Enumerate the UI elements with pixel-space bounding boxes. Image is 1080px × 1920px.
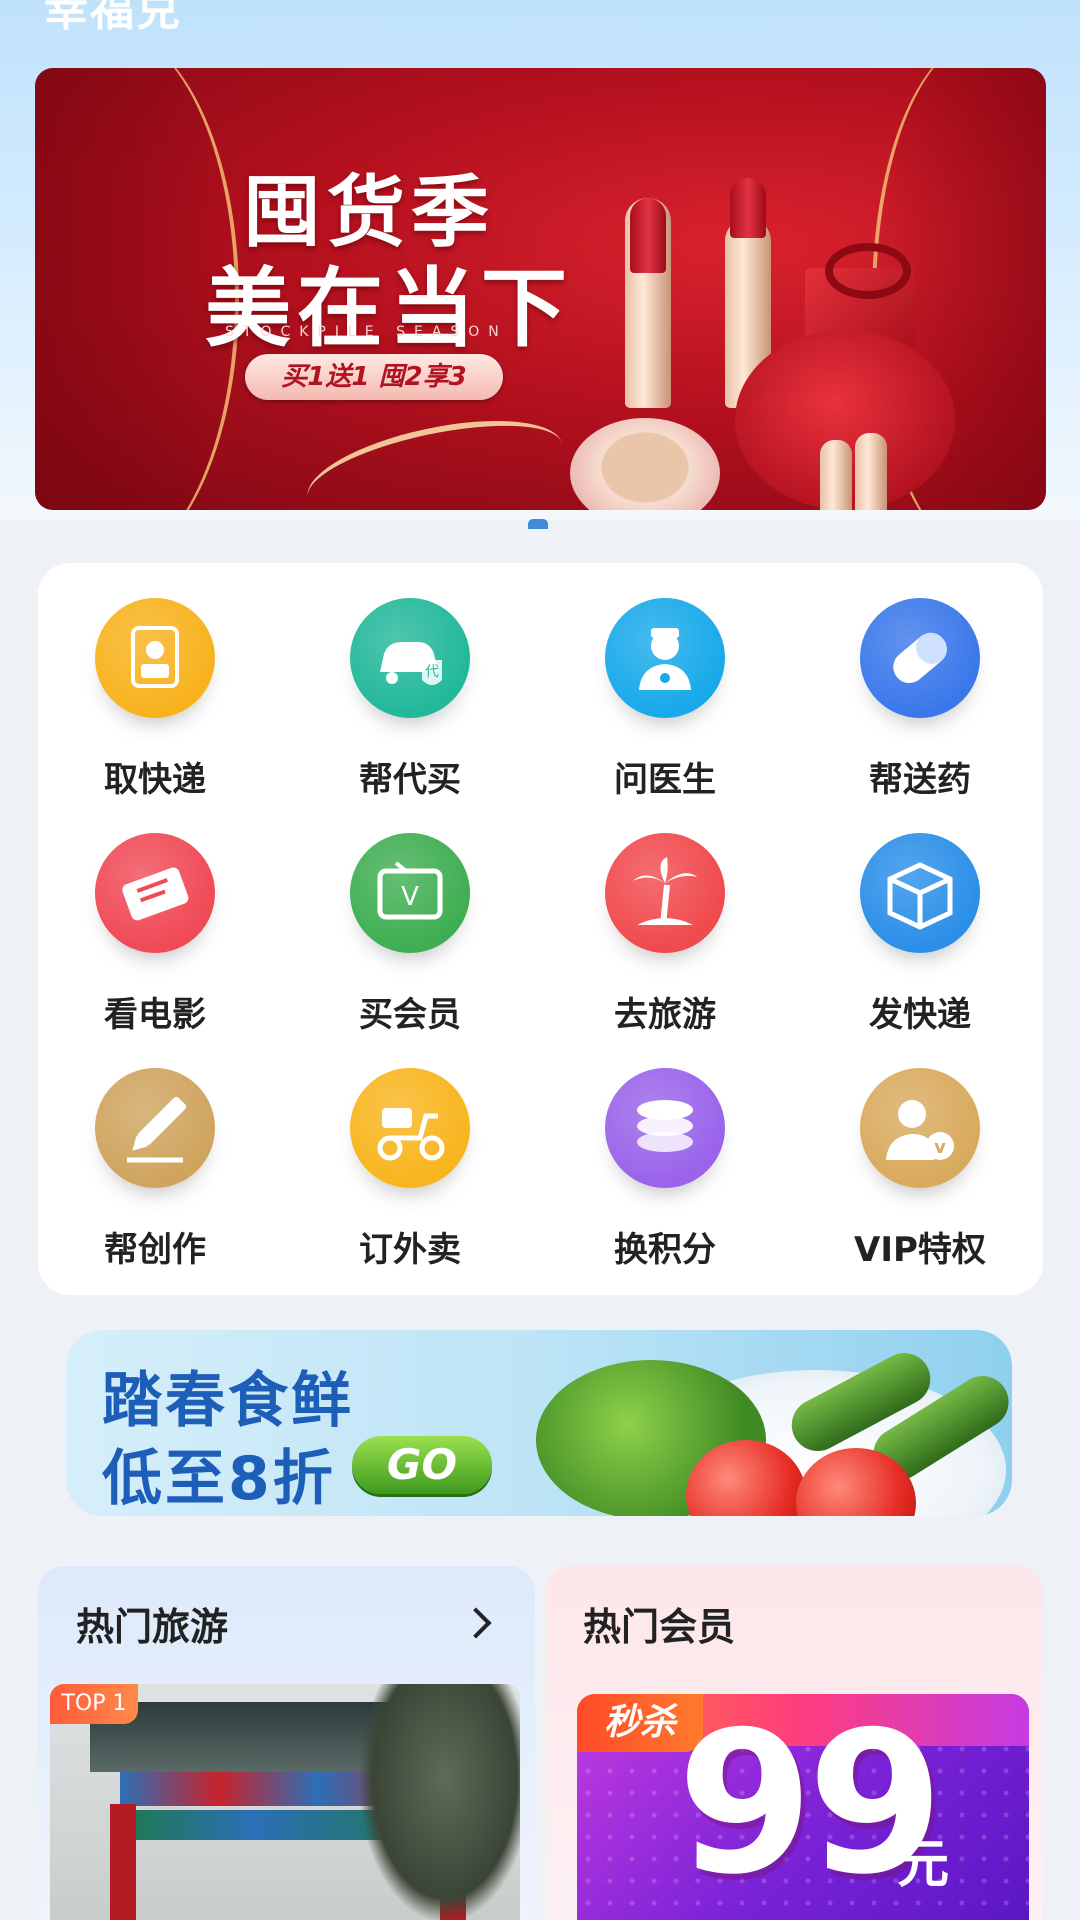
- service-item[interactable]: 看电影: [75, 833, 235, 1036]
- cushion-compact-image: [570, 418, 720, 510]
- service-label: 换积分: [614, 1230, 716, 1270]
- member-deal-image[interactable]: 秒杀 99 元: [577, 1694, 1029, 1920]
- doctor-icon[interactable]: [605, 598, 725, 718]
- package-box-icon[interactable]: [860, 833, 980, 953]
- courier-pickup-icon[interactable]: [95, 598, 215, 718]
- service-item[interactable]: 发快递: [840, 833, 1000, 1036]
- tree-image: [360, 1684, 520, 1920]
- service-item[interactable]: 问医生: [585, 598, 745, 801]
- service-item[interactable]: 代帮代买: [330, 598, 490, 801]
- service-label: VIP特权: [854, 1230, 986, 1270]
- gift-bow-image: [825, 243, 911, 299]
- service-label: 去旅游: [614, 995, 716, 1035]
- service-label: 问医生: [614, 760, 716, 800]
- price-unit: 元: [897, 1835, 950, 1895]
- service-item[interactable]: 帮创作: [75, 1068, 235, 1271]
- proxy-buy-icon[interactable]: 代: [350, 598, 470, 718]
- service-item[interactable]: v VIP特权: [840, 1068, 1000, 1271]
- scooter-icon[interactable]: [350, 1068, 470, 1188]
- lipstick-tip: [730, 178, 766, 238]
- hot-member-title: 热门会员: [583, 1605, 736, 1649]
- fresh-food-promo[interactable]: 踏春食鲜 低至8折 GO: [66, 1330, 1012, 1516]
- palm-tree-icon[interactable]: [605, 833, 725, 953]
- promo-discount: 低至8折: [102, 1444, 336, 1514]
- service-label: 帮创作: [104, 1230, 206, 1270]
- service-label: 发快递: [869, 995, 971, 1035]
- pencil-icon[interactable]: [95, 1068, 215, 1188]
- hot-member-card[interactable]: 热门会员 秒杀 99 元: [545, 1566, 1042, 1920]
- promo-banner[interactable]: 囤货季 美在当下 STOCKPILE SEASON 买1送1 囤2享3: [35, 68, 1046, 510]
- chevron-right-icon[interactable]: [460, 1607, 492, 1639]
- go-button[interactable]: GO: [352, 1436, 492, 1494]
- tv-vip-icon[interactable]: V: [350, 833, 470, 953]
- lipstick-image: [820, 440, 852, 510]
- lipstick-image: [855, 433, 887, 510]
- service-item[interactable]: 帮送药: [840, 598, 1000, 801]
- svg-text:v: v: [934, 1137, 946, 1158]
- app-title: 幸福兑: [44, 0, 182, 36]
- carousel-indicator[interactable]: [528, 519, 548, 529]
- service-item[interactable]: 换积分: [585, 1068, 745, 1271]
- service-item[interactable]: 订外卖: [330, 1068, 490, 1271]
- service-label: 帮送药: [869, 760, 971, 800]
- service-label: 订外卖: [359, 1230, 461, 1270]
- banner-subtitle: STOCKPILE SEASON: [225, 324, 508, 340]
- banner-headline: 美在当下: [205, 259, 573, 359]
- service-item[interactable]: 去旅游: [585, 833, 745, 1036]
- service-label: 看电影: [104, 995, 206, 1035]
- service-item[interactable]: 取快递: [75, 598, 235, 801]
- service-item[interactable]: V 买会员: [330, 833, 490, 1036]
- ticket-icon[interactable]: [95, 833, 215, 953]
- hot-travel-card[interactable]: 热门旅游 TOP 1: [38, 1566, 535, 1920]
- ribbon-decoration: [298, 401, 572, 510]
- hot-travel-title: 热门旅游: [76, 1605, 229, 1649]
- banner-offer: 买1送1 囤2享3: [245, 354, 503, 400]
- gate-column: [110, 1804, 136, 1920]
- lipstick-tip: [630, 198, 666, 273]
- top-rank-badge: TOP 1: [50, 1684, 138, 1724]
- pill-icon[interactable]: [860, 598, 980, 718]
- service-label: 买会员: [359, 995, 461, 1035]
- svg-text:代: 代: [425, 664, 439, 680]
- service-label: 帮代买: [359, 760, 461, 800]
- service-label: 取快递: [104, 760, 206, 800]
- vip-user-icon[interactable]: v: [860, 1068, 980, 1188]
- promo-headline: 踏春食鲜: [102, 1366, 354, 1436]
- coins-icon[interactable]: [605, 1068, 725, 1188]
- svg-text:V: V: [401, 882, 419, 912]
